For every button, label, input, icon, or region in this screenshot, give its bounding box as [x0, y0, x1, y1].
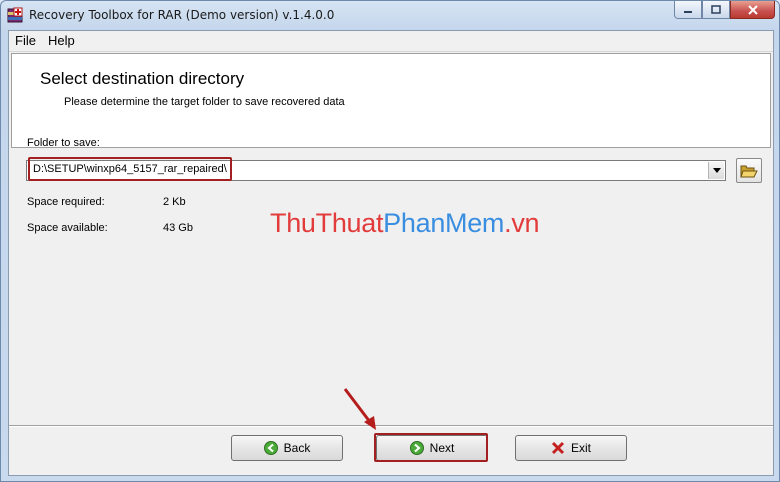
- dropdown-button[interactable]: [708, 162, 724, 179]
- maximize-button[interactable]: [702, 1, 730, 19]
- watermark-part-3: .vn: [504, 208, 540, 238]
- menu-help[interactable]: Help: [42, 31, 81, 51]
- minimize-icon: [684, 10, 692, 13]
- watermark-part-2: PhanMem: [383, 208, 505, 238]
- exit-label: Exit: [570, 441, 591, 455]
- path-highlight-box: [28, 157, 232, 181]
- space-required-label: Space required:: [27, 196, 105, 208]
- menu-file[interactable]: File: [9, 31, 42, 51]
- page-subtitle: Please determine the target folder to sa…: [64, 96, 345, 108]
- wizard-header: Select destination directory Please dete…: [11, 53, 771, 148]
- client-area: File Help Select destination directory P…: [8, 30, 774, 476]
- close-button[interactable]: [730, 1, 775, 19]
- rar-archive-icon: [7, 7, 23, 23]
- watermark-text: ThuThuatPhanMem.vn: [270, 208, 540, 239]
- exit-x-icon: [551, 441, 565, 455]
- chevron-down-icon: [712, 168, 721, 173]
- window-title: Recovery Toolbox for RAR (Demo version) …: [29, 8, 335, 22]
- back-arrow-icon: [263, 441, 278, 455]
- close-icon: [747, 4, 758, 15]
- footer-separator: [9, 425, 773, 427]
- space-available-value: 43 Gb: [163, 222, 193, 234]
- back-label: Back: [283, 441, 311, 455]
- exit-button[interactable]: Exit: [515, 435, 627, 461]
- browse-folder-button[interactable]: [736, 158, 762, 183]
- maximize-icon: [711, 4, 721, 14]
- title-bar[interactable]: Recovery Toolbox for RAR (Demo version) …: [1, 1, 779, 30]
- back-button[interactable]: Back: [231, 435, 343, 461]
- page-title: Select destination directory: [40, 69, 245, 88]
- next-highlight-box: [374, 433, 488, 462]
- menu-bar: File Help: [9, 31, 773, 52]
- open-folder-icon: [740, 165, 758, 177]
- folder-label: Folder to save:: [27, 137, 100, 149]
- space-available-label: Space available:: [27, 222, 108, 234]
- pointer-arrow-icon: [343, 388, 376, 430]
- space-required-value: 2 Kb: [163, 196, 186, 208]
- app-window: Recovery Toolbox for RAR (Demo version) …: [0, 0, 780, 482]
- caption-buttons: [674, 1, 775, 20]
- watermark-part-1: ThuThuat: [270, 208, 384, 238]
- minimize-button[interactable]: [674, 1, 702, 19]
